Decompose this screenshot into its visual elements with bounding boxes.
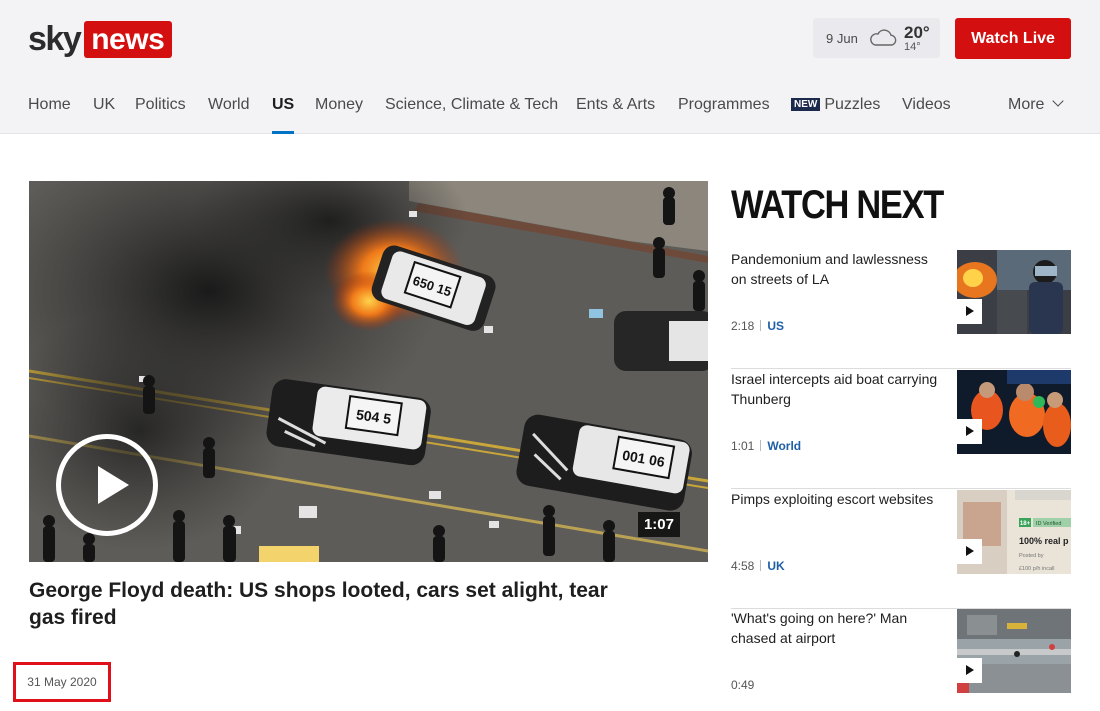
nav-item-uk[interactable]: UK (93, 85, 115, 134)
watch-next-category[interactable]: World (767, 439, 801, 453)
thumb-badge-18: 18+ (1020, 521, 1031, 527)
nav-item-home[interactable]: Home (28, 85, 71, 134)
weather-date: 9 Jun (826, 30, 858, 46)
watch-next-duration: 1:01 (731, 439, 755, 453)
hero-headline[interactable]: George Floyd death: US shops looted, car… (29, 577, 629, 631)
watch-next-meta: 4:58 UK (731, 559, 785, 573)
thumb-badge-id: ID Verified (1036, 521, 1061, 527)
weather-widget[interactable]: 9 Jun 20° 14° (813, 18, 940, 58)
logo-sky-text: sky (28, 20, 82, 58)
nav-item-puzzles[interactable]: NEW Puzzles (791, 85, 880, 134)
watch-next-heading: WATCH NEXT (731, 183, 944, 227)
nav-item-us-label: US (272, 96, 295, 113)
watch-next-thumbnail[interactable] (957, 609, 1071, 693)
nav-item-more-label: More (1008, 96, 1045, 113)
nav-item-money[interactable]: Money (315, 85, 363, 134)
watch-next-meta: 1:01 World (731, 439, 801, 453)
watch-next-thumbnail[interactable] (957, 250, 1071, 334)
watch-next-category[interactable]: UK (767, 559, 784, 573)
temp-high: 20° (904, 22, 930, 42)
nav-item-us[interactable]: US (272, 85, 295, 134)
nav-item-politics[interactable]: Politics (135, 85, 186, 134)
watch-next-item[interactable]: Pimps exploiting escort websites 4:58 UK … (731, 490, 1071, 609)
watch-next-item[interactable]: Pandemonium and lawlessness on streets o… (731, 250, 1071, 369)
watch-next-headline: Pandemonium and lawlessness on streets o… (731, 251, 928, 287)
nav-item-programmes[interactable]: Programmes (678, 85, 770, 134)
temp-low: 14° (904, 40, 921, 53)
watch-next-duration: 0:49 (731, 678, 755, 692)
video-duration: 1:07 (637, 512, 680, 537)
nav-item-more[interactable]: More (1008, 85, 1065, 134)
nav-item-puzzles-label: Puzzles (824, 96, 881, 113)
sky-news-logo[interactable]: sky news (28, 20, 173, 58)
logo-news-text: news (84, 20, 173, 58)
site-header: sky news 9 Jun 20° 14° Watch Live Home U… (0, 0, 1100, 134)
watch-next-headline: Pimps exploiting escort websites (731, 491, 934, 507)
nav-item-world[interactable]: World (208, 85, 250, 134)
watch-live-button[interactable]: Watch Live (955, 18, 1071, 59)
watch-next-meta: 2:18 US (731, 319, 784, 333)
meta-divider (760, 320, 762, 331)
meta-divider (760, 440, 762, 451)
chevron-down-icon (1052, 95, 1065, 107)
watch-next-item[interactable]: 'What's going on here?' Man chased at ai… (731, 609, 1071, 711)
hero-date: 31 May 2020 (13, 662, 111, 702)
watch-next-category[interactable]: US (767, 319, 784, 333)
hero-video-thumbnail[interactable]: 650 15 504 5 001 06 1:07 (29, 181, 708, 562)
watch-next-duration: 2:18 (731, 319, 755, 333)
play-icon[interactable] (957, 658, 982, 683)
main-nav: Home UK Politics World US Money Science,… (28, 85, 1072, 134)
watch-next-item[interactable]: Israel intercepts aid boat carrying Thun… (731, 370, 1071, 489)
thumb-price-text: £100 p/h incall (1019, 566, 1054, 572)
watch-next-thumbnail[interactable]: 18+ ID Verified 100% real p Posted by £1… (957, 490, 1071, 574)
nav-item-videos[interactable]: Videos (902, 85, 951, 134)
new-badge: NEW (791, 98, 821, 111)
watch-next-meta: 0:49 (731, 678, 754, 692)
nav-item-ents-arts[interactable]: Ents & Arts (576, 85, 655, 134)
play-icon[interactable] (957, 299, 982, 324)
weather-temps: 20° 14° (904, 24, 930, 53)
play-icon[interactable] (56, 434, 158, 536)
meta-divider (760, 560, 762, 571)
nav-item-science-climate-tech[interactable]: Science, Climate & Tech (385, 85, 558, 134)
play-icon[interactable] (957, 539, 982, 564)
watch-next-duration: 4:58 (731, 559, 755, 573)
watch-next-headline: 'What's going on here?' Man chased at ai… (731, 610, 908, 646)
play-icon[interactable] (957, 419, 982, 444)
thumb-real-text: 100% real p (1019, 536, 1069, 546)
nav-active-underline (272, 131, 295, 134)
cloud-icon (870, 29, 897, 46)
watch-next-thumbnail[interactable] (957, 370, 1071, 454)
watch-next-headline: Israel intercepts aid boat carrying Thun… (731, 371, 938, 407)
thumb-posted-text: Posted by (1019, 553, 1044, 559)
